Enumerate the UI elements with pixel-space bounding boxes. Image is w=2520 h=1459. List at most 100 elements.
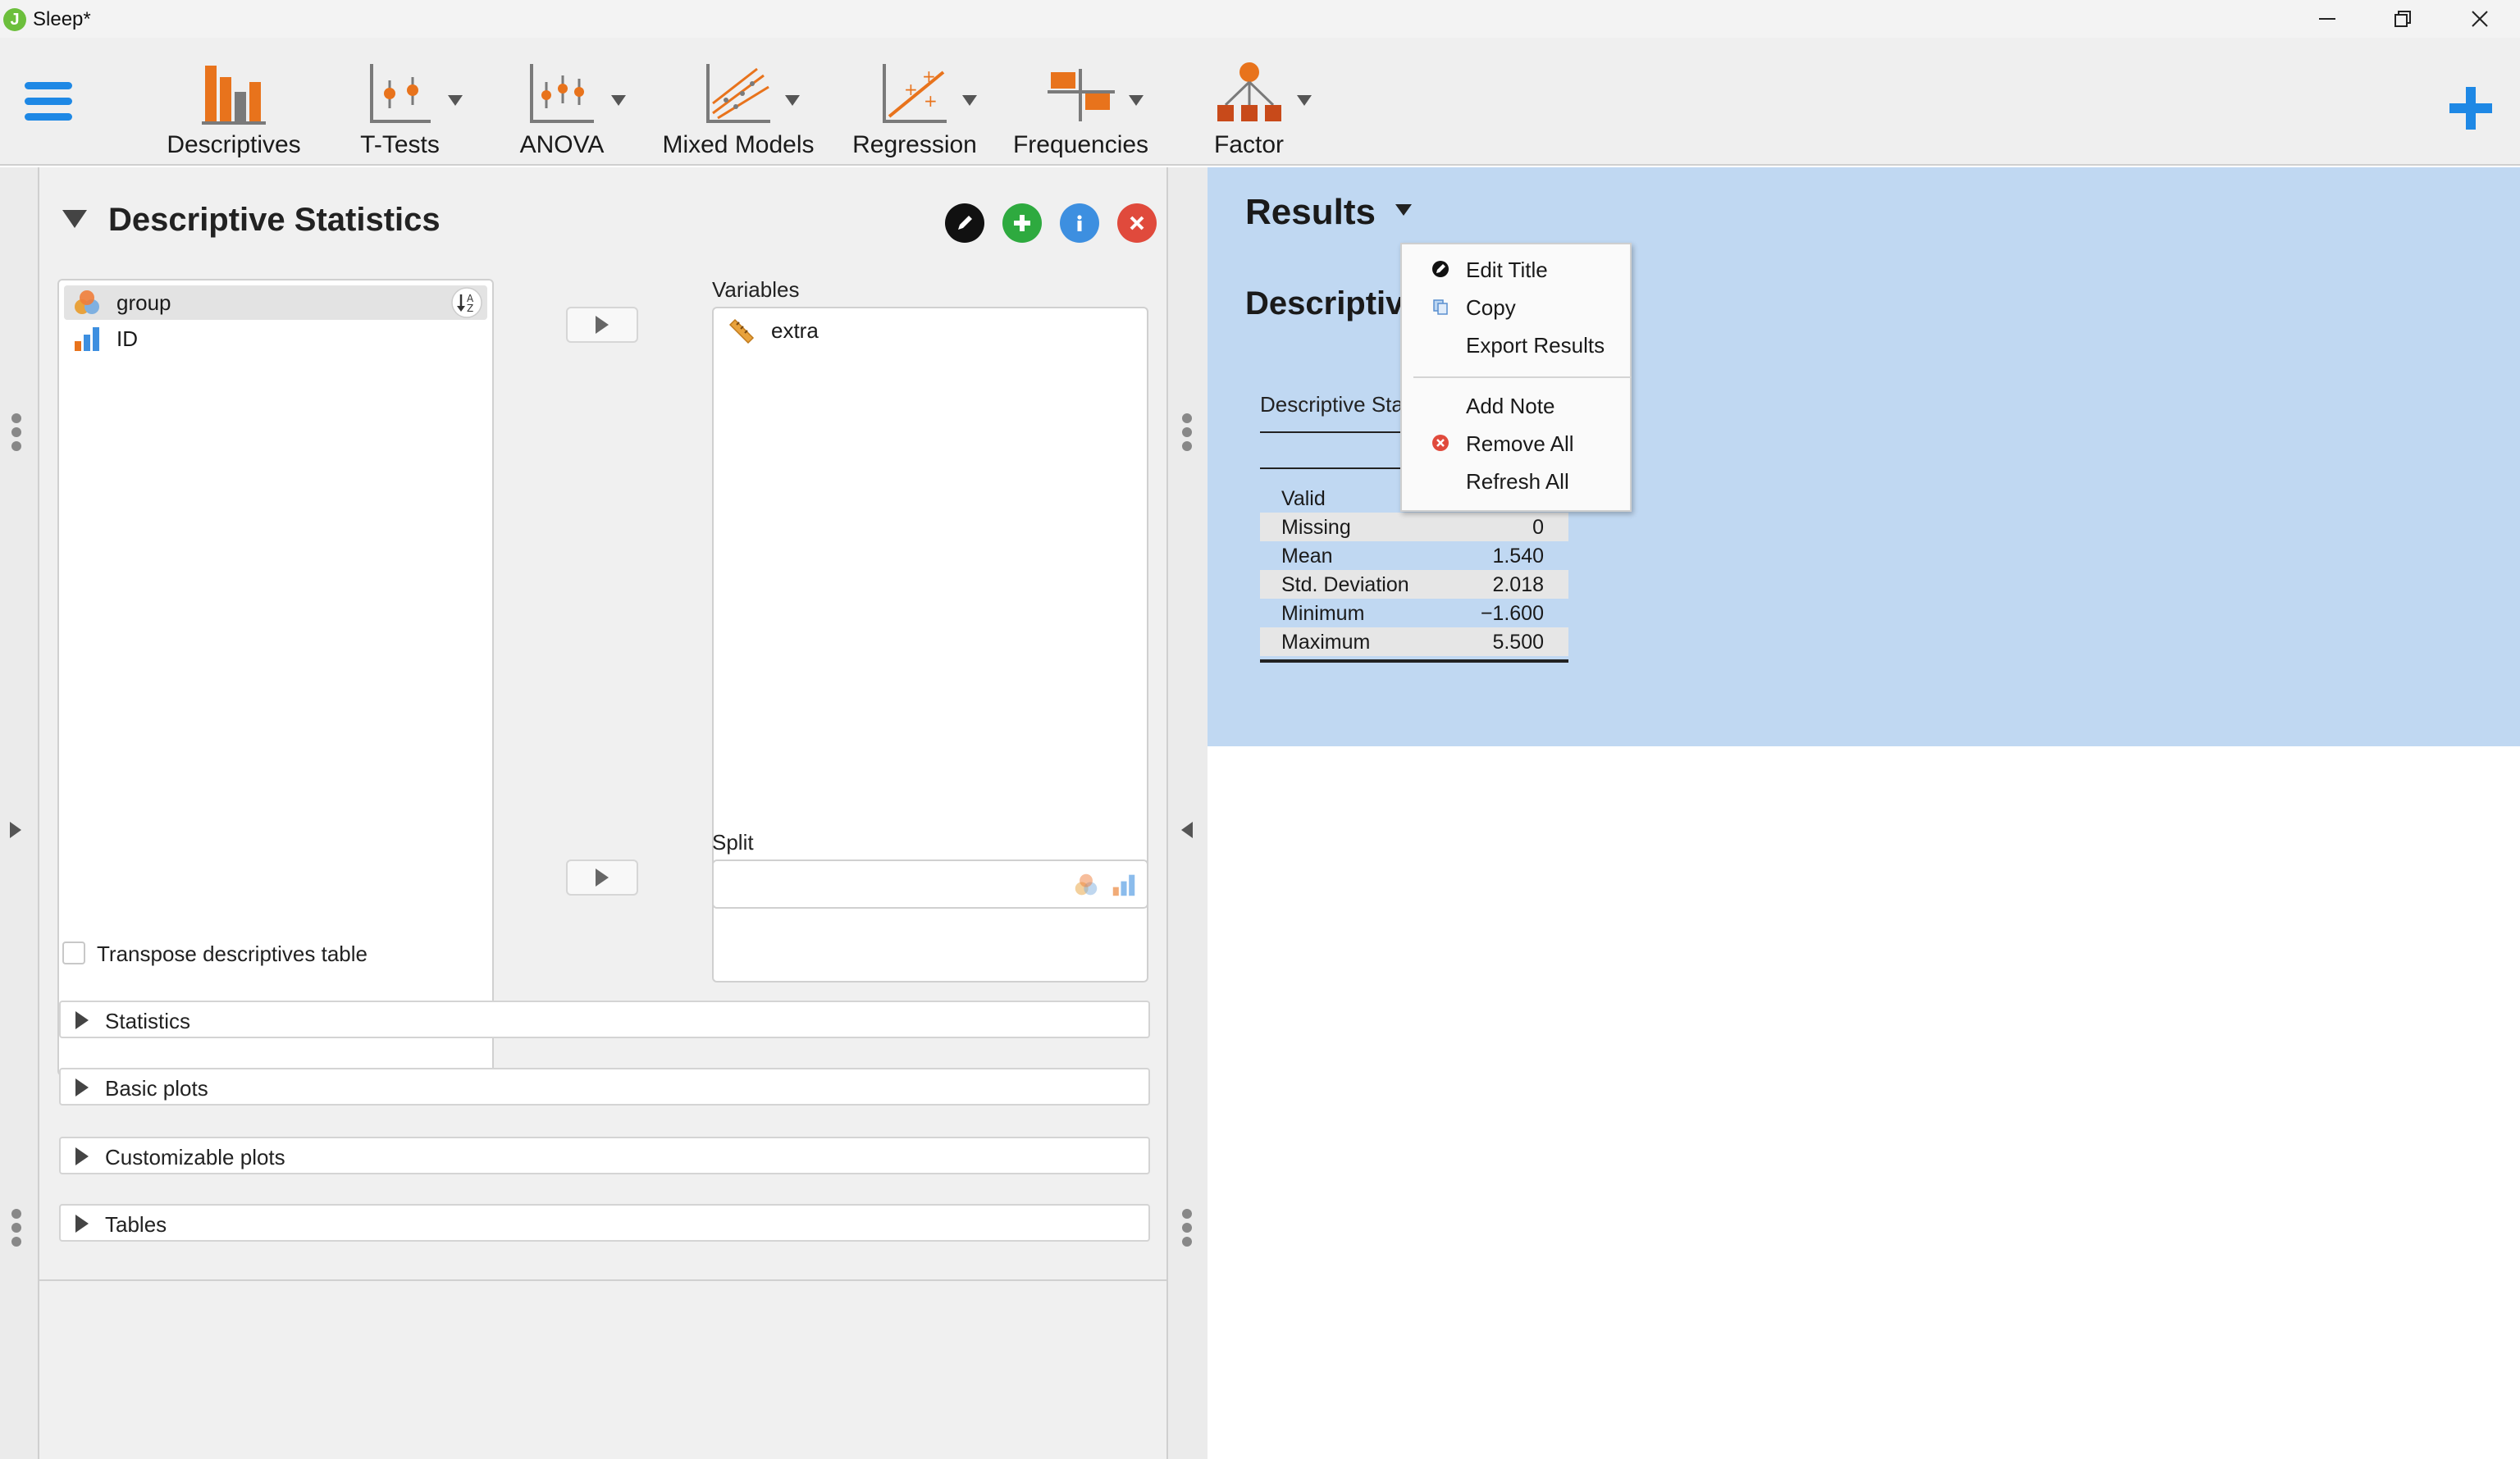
info-icon bbox=[1077, 215, 1082, 231]
ribbon-label: T-Tests bbox=[360, 131, 440, 158]
menu-item-label: Add Note bbox=[1466, 394, 1555, 418]
variable-item-group[interactable]: group A Z bbox=[64, 285, 487, 320]
svg-text:Z: Z bbox=[467, 303, 473, 314]
ribbon-factor[interactable]: Factor bbox=[1198, 49, 1300, 164]
expand-arrow-icon bbox=[75, 1011, 89, 1029]
row-value: 5.500 bbox=[1492, 631, 1544, 654]
row-value: −1.600 bbox=[1480, 602, 1544, 625]
ribbon-t-tests[interactable]: T-Tests bbox=[345, 49, 455, 164]
ordinal-type-hint-icon bbox=[1112, 874, 1135, 896]
row-label: Valid bbox=[1281, 487, 1326, 510]
divider bbox=[39, 1279, 1166, 1281]
remove-icon bbox=[1432, 435, 1449, 451]
info-button[interactable] bbox=[1060, 203, 1099, 243]
menu-item-refresh-all[interactable]: Refresh All bbox=[1402, 463, 1632, 499]
variable-name: group bbox=[116, 290, 171, 315]
table-row: Mean 1.540 bbox=[1260, 541, 1568, 570]
copy-icon bbox=[1433, 299, 1448, 315]
restore-icon bbox=[2394, 11, 2411, 27]
menu-item-label: Export Results bbox=[1466, 333, 1605, 358]
split-list[interactable] bbox=[712, 859, 1148, 909]
section-label: Tables bbox=[105, 1212, 167, 1237]
hamburger-line bbox=[25, 98, 72, 105]
menu-item-edit-title[interactable]: Edit Title bbox=[1402, 251, 1632, 287]
table-row: Minimum −1.600 bbox=[1260, 599, 1568, 627]
plus-icon bbox=[1014, 215, 1030, 231]
menu-item-copy[interactable]: Copy bbox=[1402, 289, 1632, 325]
chevron-down-icon[interactable] bbox=[1129, 95, 1144, 107]
app-logo-icon: J bbox=[3, 8, 26, 31]
chevron-down-icon[interactable] bbox=[448, 95, 463, 107]
results-menu-arrow-icon[interactable] bbox=[1395, 204, 1412, 216]
row-label: Std. Deviation bbox=[1281, 573, 1409, 596]
ribbon-anova[interactable]: ANOVA bbox=[509, 49, 615, 164]
descriptives-icon bbox=[202, 66, 266, 125]
ribbon-label: Descriptives bbox=[167, 131, 301, 158]
chevron-down-icon[interactable] bbox=[785, 95, 800, 107]
close-icon bbox=[1130, 216, 1144, 230]
section-label: Basic plots bbox=[105, 1076, 208, 1101]
menu-separator bbox=[1413, 376, 1632, 378]
chevron-down-icon[interactable] bbox=[962, 95, 977, 107]
section-tables[interactable]: Tables bbox=[59, 1204, 1150, 1242]
variable-item-extra[interactable]: extra bbox=[719, 313, 1142, 348]
splitter-handle[interactable] bbox=[1182, 1209, 1194, 1251]
chevron-down-icon[interactable] bbox=[1297, 95, 1312, 107]
ruler-icon bbox=[728, 318, 755, 344]
collapse-options-arrow-icon[interactable] bbox=[1181, 822, 1193, 838]
splitter-handle[interactable] bbox=[1182, 413, 1194, 455]
remove-analysis-button[interactable] bbox=[1117, 203, 1157, 243]
minimize-icon bbox=[2319, 18, 2335, 20]
menu-item-label: Edit Title bbox=[1466, 258, 1548, 282]
results-title[interactable]: Results bbox=[1245, 192, 1376, 233]
close-window-button[interactable] bbox=[2443, 0, 2517, 38]
transpose-checkbox[interactable] bbox=[62, 942, 85, 964]
expand-arrow-icon bbox=[75, 1078, 89, 1097]
transpose-label: Transpose descriptives table bbox=[97, 942, 368, 966]
edit-analysis-button[interactable] bbox=[945, 203, 984, 243]
menu-item-remove-all[interactable]: Remove All bbox=[1402, 425, 1632, 461]
ribbon-regression[interactable]: + + + Regression bbox=[841, 49, 988, 164]
ribbon-label: Regression bbox=[852, 131, 977, 158]
row-label: Missing bbox=[1281, 516, 1351, 539]
ribbon-mixed-models[interactable]: Mixed Models bbox=[656, 49, 820, 164]
menu-item-export-results[interactable]: Export Results bbox=[1402, 326, 1632, 362]
main-menu-button[interactable] bbox=[25, 82, 74, 121]
restore-button[interactable] bbox=[2366, 0, 2440, 38]
hamburger-line bbox=[25, 113, 72, 121]
variable-name: ID bbox=[116, 326, 138, 351]
ribbon-label: Mixed Models bbox=[662, 131, 815, 158]
duplicate-analysis-button[interactable] bbox=[1002, 203, 1042, 243]
splitter-handle[interactable] bbox=[11, 1209, 23, 1251]
ribbon-descriptives[interactable]: Descriptives bbox=[160, 49, 308, 164]
expand-arrow-icon bbox=[75, 1147, 89, 1165]
svg-text:+: + bbox=[922, 66, 936, 86]
sort-az-icon[interactable]: A Z bbox=[451, 287, 482, 318]
expand-data-arrow-icon[interactable] bbox=[10, 822, 21, 838]
row-label: Minimum bbox=[1281, 602, 1365, 625]
section-basic-plots[interactable]: Basic plots bbox=[59, 1068, 1150, 1106]
variable-item-id[interactable]: ID bbox=[64, 321, 487, 356]
collapse-analysis-icon[interactable] bbox=[62, 210, 87, 228]
menu-item-add-note[interactable]: Add Note bbox=[1402, 387, 1632, 423]
nominal-variable-icon bbox=[75, 290, 99, 314]
move-to-variables-button[interactable] bbox=[566, 307, 638, 343]
split-label: Split bbox=[712, 830, 754, 855]
pencil-icon bbox=[958, 216, 972, 230]
nominal-type-hint-icon bbox=[1075, 873, 1098, 896]
analysis-options-panel: Descriptive Statistics group A Z ID Vari… bbox=[0, 167, 1208, 1459]
ribbon-frequencies[interactable]: Frequencies bbox=[1005, 49, 1157, 164]
section-statistics[interactable]: Statistics bbox=[59, 1001, 1150, 1038]
table-row: Std. Deviation 2.018 bbox=[1260, 570, 1568, 599]
chevron-down-icon[interactable] bbox=[611, 95, 626, 107]
row-label: Maximum bbox=[1281, 631, 1371, 654]
title-bar: J Sleep* bbox=[0, 0, 2520, 38]
section-label: Customizable plots bbox=[105, 1145, 285, 1169]
splitter-handle[interactable] bbox=[11, 413, 23, 455]
regression-icon: + + + bbox=[883, 64, 947, 123]
move-to-split-button[interactable] bbox=[566, 859, 638, 896]
menu-item-label: Remove All bbox=[1466, 431, 1574, 456]
minimize-button[interactable] bbox=[2290, 0, 2364, 38]
section-customizable-plots[interactable]: Customizable plots bbox=[59, 1137, 1150, 1174]
add-module-plus-icon[interactable] bbox=[2446, 84, 2495, 133]
